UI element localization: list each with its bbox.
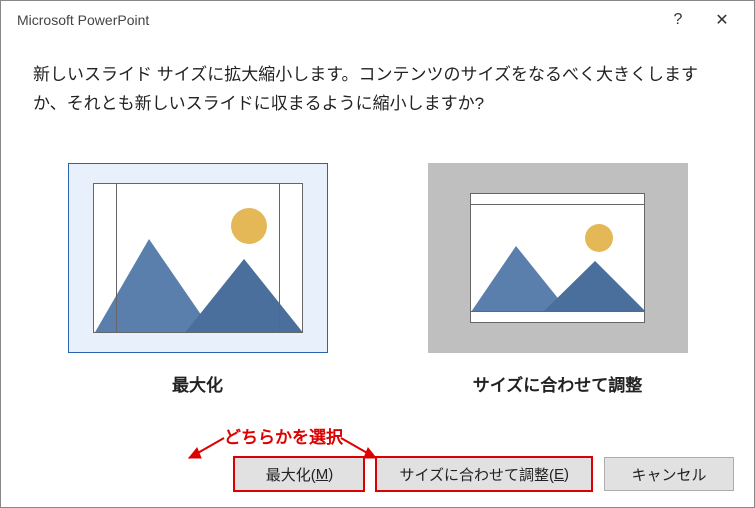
button-label-post: ) [564,466,569,483]
crop-line [116,184,117,332]
options-row: 最大化 サイズに合わせて調整 [1,163,754,396]
preview-fit [428,163,688,353]
button-label-pre: サイズに合わせて調整( [399,464,554,485]
button-label-post: ) [328,466,333,483]
annotation-text: どちらかを選択 [224,423,343,448]
dialog-message: 新しいスライド サイズに拡大縮小します。コンテンツのサイズをなるべく大きくします… [1,39,754,119]
slide-frame-fit [470,193,645,323]
slide-frame-maximize [93,183,303,333]
button-row: 最大化(M) サイズに合わせて調整(E) キャンセル [234,457,734,491]
button-label: キャンセル [631,464,706,485]
crop-line [471,311,644,312]
close-button[interactable]: ✕ [700,5,744,35]
fit-button[interactable]: サイズに合わせて調整(E) [376,457,592,491]
mountain-icon [471,194,645,323]
button-key: E [554,466,564,483]
dialog: Microsoft PowerPoint ? ✕ 新しいスライド サイズに拡大縮… [0,0,755,508]
help-button[interactable]: ? [656,5,700,35]
button-label-pre: 最大化( [266,464,316,485]
option-maximize-label: 最大化 [172,371,223,396]
option-fit[interactable]: サイズに合わせて調整 [428,163,688,396]
preview-maximize [68,163,328,353]
dialog-title: Microsoft PowerPoint [17,12,656,28]
option-fit-label: サイズに合わせて調整 [473,371,643,396]
maximize-button[interactable]: 最大化(M) [234,457,364,491]
crop-line [471,204,644,205]
button-key: M [316,466,329,483]
crop-line [279,184,280,332]
option-maximize[interactable]: 最大化 [68,163,328,396]
mountain-icon [94,184,303,333]
annotation-arrow-left-icon [179,436,229,466]
cancel-button[interactable]: キャンセル [604,457,734,491]
titlebar: Microsoft PowerPoint ? ✕ [1,1,754,39]
